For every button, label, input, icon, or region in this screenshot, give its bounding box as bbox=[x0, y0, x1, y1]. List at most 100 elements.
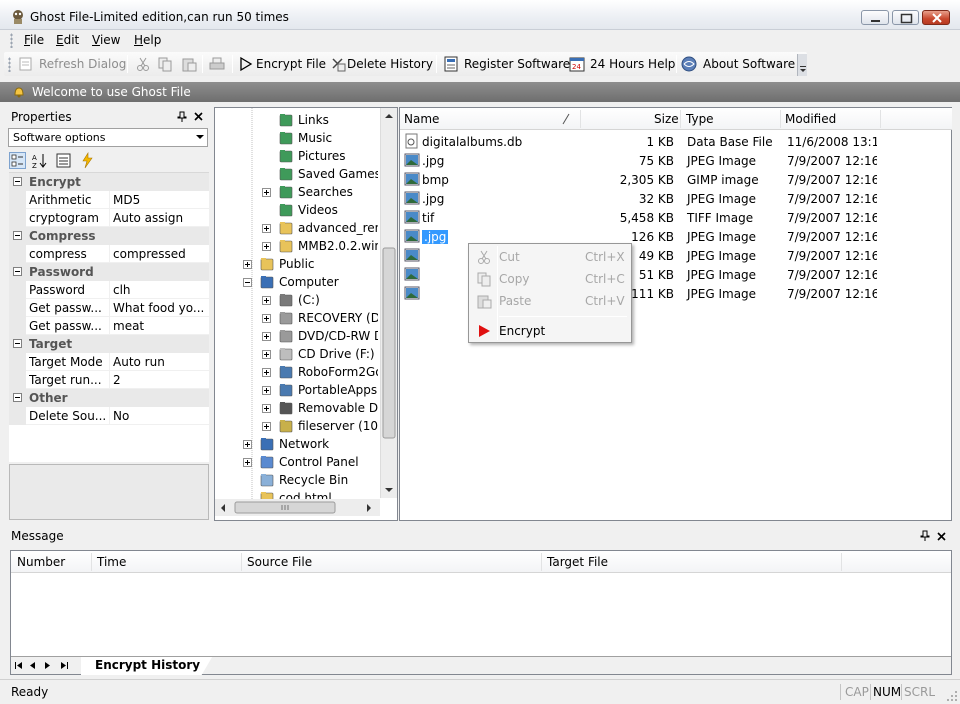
collapse-icon[interactable] bbox=[13, 339, 22, 348]
menu-file[interactable]: File bbox=[24, 33, 44, 47]
expand-icon[interactable] bbox=[243, 440, 252, 449]
options-dropdown[interactable]: Software options bbox=[8, 128, 208, 147]
tree-item[interactable]: MMB2.0.2.win3 bbox=[278, 237, 378, 255]
tree-item[interactable]: Recycle Bin bbox=[259, 471, 378, 489]
expand-icon[interactable] bbox=[262, 224, 271, 233]
context-paste[interactable]: Paste Ctrl+V bbox=[471, 290, 629, 312]
copy-icon[interactable] bbox=[157, 56, 173, 72]
tree-item[interactable]: Links bbox=[278, 111, 378, 129]
tree-item[interactable]: Searches bbox=[278, 183, 378, 201]
tab-encrypt-history[interactable]: Encrypt History bbox=[81, 657, 213, 675]
file-row[interactable]: tif 5,458 KB TIFF Image 7/9/2007 12:16:... bbox=[400, 208, 952, 227]
pin-icon[interactable] bbox=[920, 530, 930, 542]
tree-item[interactable]: Videos bbox=[278, 201, 378, 219]
menu-edit[interactable]: Edit bbox=[56, 33, 79, 47]
tree-item[interactable]: (C:) bbox=[278, 291, 378, 309]
property-row[interactable]: Get passw... What food yo... bbox=[9, 299, 209, 317]
file-row[interactable]: digitalalbums.db 1 KB Data Base File 11/6/2… bbox=[400, 132, 952, 151]
category-compress[interactable]: Compress bbox=[9, 227, 209, 245]
title-bar[interactable]: Ghost File-Limited edition,can run 50 ti… bbox=[0, 0, 960, 30]
category-other[interactable]: Other bbox=[9, 389, 209, 407]
file-row[interactable]: .jpg 32 KB JPEG Image 7/9/2007 12:16:... bbox=[400, 189, 952, 208]
expand-icon[interactable] bbox=[262, 386, 271, 395]
expand-icon[interactable] bbox=[262, 350, 271, 359]
print-icon[interactable] bbox=[209, 56, 225, 72]
close-button[interactable] bbox=[922, 10, 950, 25]
context-copy[interactable]: Copy Ctrl+C bbox=[471, 268, 629, 290]
resize-grip-icon[interactable] bbox=[946, 690, 958, 702]
column-modified[interactable]: Modified bbox=[785, 112, 836, 126]
column-size[interactable]: Size bbox=[654, 112, 679, 126]
lightning-events-icon[interactable] bbox=[79, 152, 96, 169]
tree-item[interactable]: Pictures bbox=[278, 147, 378, 165]
property-row[interactable]: cryptogram Auto assign bbox=[9, 209, 209, 227]
tree-item[interactable]: PortableApps.c bbox=[278, 381, 378, 399]
menu-help[interactable]: Help bbox=[134, 33, 161, 47]
column-time[interactable]: Time bbox=[97, 555, 126, 569]
cut-icon[interactable] bbox=[135, 56, 151, 72]
sort-az-icon[interactable]: A Z bbox=[31, 152, 48, 169]
property-row[interactable]: Target Mode Auto run bbox=[9, 353, 209, 371]
property-row[interactable]: compress compressed bbox=[9, 245, 209, 263]
tree-item[interactable]: RoboForm2Go bbox=[278, 363, 378, 381]
minimize-button[interactable] bbox=[861, 10, 889, 25]
collapse-icon[interactable] bbox=[13, 393, 22, 402]
24-hours-help-button[interactable]: 24 24 Hours Help bbox=[569, 56, 675, 72]
refresh-dialog-button[interactable]: Refresh Dialog bbox=[18, 56, 126, 72]
toolbar-grip[interactable] bbox=[8, 57, 11, 72]
expand-icon[interactable] bbox=[262, 404, 271, 413]
tree-item[interactable]: Public bbox=[259, 255, 378, 273]
tree-item[interactable]: Network bbox=[259, 435, 378, 453]
file-row[interactable]: .jpg 75 KB JPEG Image 7/9/2007 12:16:... bbox=[400, 151, 952, 170]
collapse-icon[interactable] bbox=[13, 231, 22, 240]
expand-icon[interactable] bbox=[262, 422, 271, 431]
category-encrypt[interactable]: Encrypt bbox=[9, 173, 209, 191]
tree-item[interactable]: Removable Disk bbox=[278, 399, 378, 417]
expand-icon[interactable] bbox=[243, 458, 252, 467]
property-row[interactable]: Delete Sou... No bbox=[9, 407, 209, 425]
collapse-icon[interactable] bbox=[243, 278, 252, 287]
property-row[interactable]: Password clh bbox=[9, 281, 209, 299]
expand-icon[interactable] bbox=[262, 296, 271, 305]
toolbar-overflow-button[interactable] bbox=[797, 54, 807, 76]
tree-horizontal-scrollbar[interactable] bbox=[215, 499, 380, 516]
register-software-button[interactable]: Register Software bbox=[443, 56, 570, 72]
tree-item[interactable]: Music bbox=[278, 129, 378, 147]
expand-icon[interactable] bbox=[262, 332, 271, 341]
menu-view[interactable]: View bbox=[92, 33, 120, 47]
expand-icon[interactable] bbox=[262, 188, 271, 197]
context-cut[interactable]: Cut Ctrl+X bbox=[471, 246, 629, 268]
column-source-file[interactable]: Source File bbox=[247, 555, 312, 569]
collapse-icon[interactable] bbox=[13, 177, 22, 186]
column-type[interactable]: Type bbox=[686, 112, 714, 126]
tree-vertical-scrollbar[interactable] bbox=[380, 108, 397, 498]
property-row[interactable]: Get passw... meat bbox=[9, 317, 209, 335]
categorized-icon[interactable] bbox=[9, 152, 26, 169]
tree-item[interactable]: fileserver (10.9. bbox=[278, 417, 378, 435]
menubar-grip[interactable] bbox=[10, 33, 13, 48]
expand-icon[interactable] bbox=[262, 242, 271, 251]
tree-item[interactable]: Control Panel bbox=[259, 453, 378, 471]
category-password[interactable]: Password bbox=[9, 263, 209, 281]
property-row[interactable]: Target run... 2 bbox=[9, 371, 209, 389]
expand-icon[interactable] bbox=[262, 368, 271, 377]
tree-item[interactable]: advanced_rena bbox=[278, 219, 378, 237]
maximize-button[interactable] bbox=[892, 10, 919, 25]
tree-item[interactable]: Computer bbox=[259, 273, 378, 291]
column-target-file[interactable]: Target File bbox=[547, 555, 608, 569]
collapse-icon[interactable] bbox=[13, 267, 22, 276]
expand-icon[interactable] bbox=[243, 260, 252, 269]
encrypt-file-button[interactable]: Encrypt File bbox=[239, 56, 326, 72]
tree-item[interactable]: DVD/CD-RW Dr bbox=[278, 327, 378, 345]
context-encrypt[interactable]: Encrypt bbox=[471, 320, 629, 342]
column-number[interactable]: Number bbox=[17, 555, 65, 569]
expand-icon[interactable] bbox=[262, 314, 271, 323]
close-pane-icon[interactable] bbox=[937, 532, 947, 542]
paste-icon[interactable] bbox=[181, 56, 197, 72]
about-software-button[interactable]: About Software bbox=[681, 56, 795, 72]
tree-item[interactable]: RECOVERY (D:) bbox=[278, 309, 378, 327]
property-pages-icon[interactable] bbox=[55, 152, 72, 169]
pin-icon[interactable] bbox=[177, 111, 187, 123]
tree-item[interactable]: CD Drive (F:) U3 bbox=[278, 345, 378, 363]
file-row[interactable]: bmp 2,305 KB GIMP image 7/9/2007 12:16:... bbox=[400, 170, 952, 189]
